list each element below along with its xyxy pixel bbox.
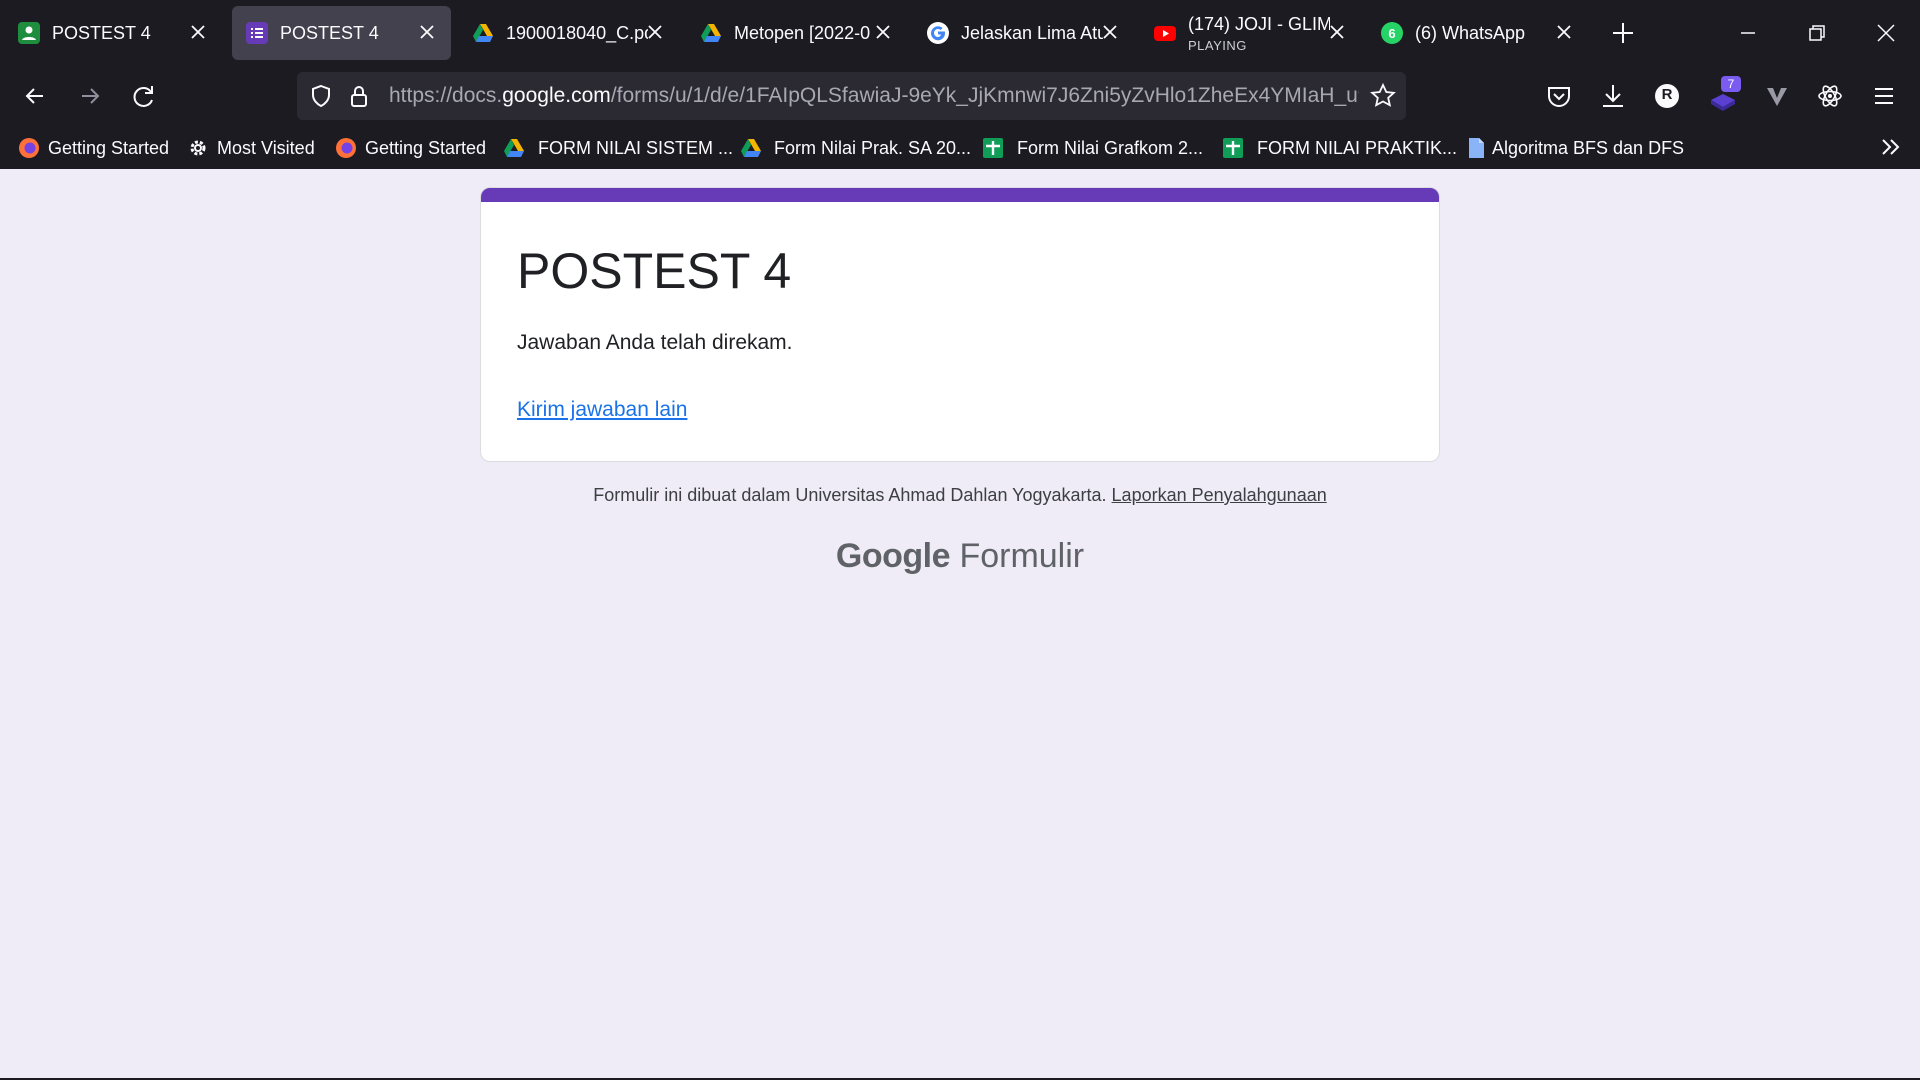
tab-drive-pdf[interactable]: 1900018040_C.pdf [458,6,668,60]
extension-icon[interactable]: 7 [1701,74,1745,118]
svg-text:6: 6 [1388,26,1395,41]
new-tab-button[interactable] [1598,8,1648,58]
bookmark-label: Form Nilai Grafkom 2... [1017,138,1204,158]
close-tab-icon[interactable] [1552,20,1576,44]
bookmark-label: Algoritma BFS dan DFS [1492,138,1685,158]
tab-title: POSTEST 4 [52,23,151,43]
report-abuse-link[interactable]: Laporkan Penyalahgunaan [1112,485,1327,505]
tab-drive-metopen[interactable]: Metopen [2022-0 [686,6,896,60]
whatsapp-icon: 6 [1381,22,1403,44]
google-sheets-icon [982,137,1004,159]
tab-youtube[interactable]: (174) JOJI - GLIMP PLAYING [1140,6,1350,60]
form-title: POSTEST 4 [517,243,792,299]
close-tab-icon[interactable] [1325,20,1349,44]
extension-badge: 7 [1721,76,1741,92]
form-card: POSTEST 4 Jawaban Anda telah direkam. Ki… [480,187,1440,462]
tab-google-search[interactable]: Jelaskan Lima Atu [913,6,1123,60]
bookmark-label: Getting Started [48,138,170,158]
bookmarks-toolbar: Getting Started Most Visited Getting Sta… [0,126,1920,169]
close-tab-icon[interactable] [1098,20,1122,44]
close-window-button[interactable] [1861,8,1911,58]
close-tab-icon[interactable] [186,20,210,44]
tracking-shield-icon[interactable] [307,82,335,110]
url-path: /forms/u/1/d/e/1FAIpQLSfawiaJ-9eYk_JjKmn… [610,84,1359,107]
bookmarks-overflow-icon[interactable] [1876,132,1906,162]
google-drive-icon [503,137,525,159]
address-bar[interactable]: https://docs.google.com/forms/u/1/d/e/1F… [297,72,1406,120]
bookmark-label: Getting Started [365,138,487,158]
footer-disclaimer: Formulir ini dibuat dalam Universitas Ah… [0,485,1920,506]
gear-icon [187,137,209,159]
bookmark-label: FORM NILAI SISTEM ... [538,138,734,158]
navigation-bar: https://docs.google.com/forms/u/1/d/e/1F… [0,66,1920,126]
url-prefix: https://docs. [389,84,503,107]
url-text[interactable]: https://docs.google.com/forms/u/1/d/e/1F… [389,84,1359,108]
tab-title: (174) JOJI - GLIMP [1188,14,1330,34]
tab-title: Jelaskan Lima Atu [961,23,1103,43]
tab-postest-forms[interactable]: POSTEST 4 [232,6,451,60]
tab-title: Metopen [2022-0 [734,23,871,43]
pocket-icon[interactable] [1537,74,1581,118]
youtube-icon [1154,22,1176,44]
forward-button[interactable] [68,74,112,118]
google-forms-logo[interactable]: Google Formulir [0,537,1920,576]
react-devtools-icon[interactable] [1808,74,1852,118]
profile-initial: R [1661,86,1673,103]
reload-button[interactable] [122,74,166,118]
tab-postest-classroom[interactable]: POSTEST 4 [4,6,222,60]
firefox-icon [335,137,357,159]
tab-title: (6) WhatsApp [1415,23,1526,43]
card-accent-bar [481,188,1439,202]
tab-whatsapp[interactable]: 6 (6) WhatsApp [1367,6,1577,60]
back-button[interactable] [13,74,57,118]
google-forms-icon [246,22,268,44]
bookmark-label: FORM NILAI PRAKTIK... [1257,138,1458,158]
brand-product: Formulir [959,537,1085,575]
google-drive-icon [472,22,494,44]
google-icon [927,22,949,44]
close-tab-icon[interactable] [871,20,895,44]
minimize-button[interactable] [1723,8,1773,58]
brand-google: Google [835,537,951,575]
profile-avatar[interactable]: R [1645,74,1689,118]
google-drive-icon [740,137,762,159]
tab-playing-label: PLAYING [1188,38,1247,53]
vimium-extension-icon[interactable] [1755,74,1799,118]
restore-button[interactable] [1792,8,1842,58]
bookmark-label: Form Nilai Prak. SA 20... [774,138,972,158]
google-classroom-icon [18,22,40,44]
bookmark-star-icon[interactable] [1369,82,1397,110]
bookmark-label: Most Visited [217,138,315,158]
browser-chrome: POSTEST 4 POSTEST 4 1900018040_C.pdf Met… [0,0,1920,169]
tab-strip: POSTEST 4 POSTEST 4 1900018040_C.pdf Met… [0,0,1920,66]
downloads-icon[interactable] [1591,74,1635,118]
close-tab-icon[interactable] [415,20,439,44]
submit-another-response-link[interactable]: Kirim jawaban lain [517,398,687,422]
confirmation-message: Jawaban Anda telah direkam. [517,331,793,354]
footer-note-text: Formulir ini dibuat dalam Universitas Ah… [593,485,1107,505]
document-icon [1465,137,1487,159]
url-domain: google.com [502,84,611,107]
menu-icon[interactable] [1862,74,1906,118]
tab-title: POSTEST 4 [280,23,379,43]
firefox-icon [18,137,40,159]
close-tab-icon[interactable] [643,20,667,44]
google-drive-icon [700,22,722,44]
page-content: POSTEST 4 Jawaban Anda telah direkam. Ki… [0,169,1920,1078]
tab-title: 1900018040_C.pdf [506,23,648,43]
lock-icon[interactable] [345,82,373,110]
google-sheets-icon [1222,137,1244,159]
